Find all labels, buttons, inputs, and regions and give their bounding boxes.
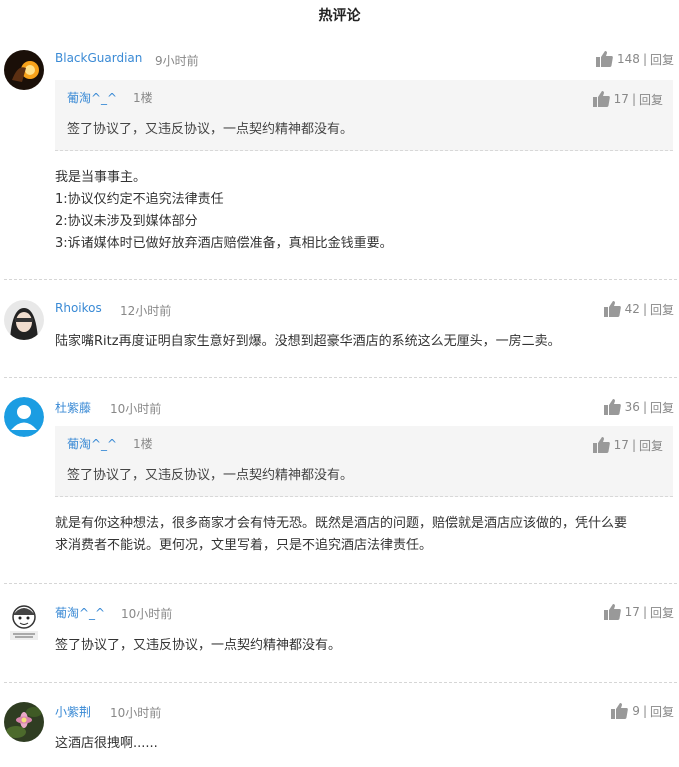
comment-username[interactable]: 葡淘^_^ <box>55 604 105 621</box>
comment-line: 这酒店很拽啊...... <box>55 736 158 751</box>
comment-time: 10小时前 <box>121 607 173 621</box>
default-user-avatar-icon[interactable] <box>4 397 44 437</box>
like-count[interactable]: 17 <box>614 92 629 106</box>
reply-button[interactable]: 回复 <box>650 604 674 621</box>
separator: | <box>642 302 647 316</box>
quoted-reply: 葡淘^_^ 1楼 17 | 回复 签了协议了，又违反协议，一点契约精神都没有。 <box>55 426 673 497</box>
comment-body: 我是当事事主。 1:协议仅约定不追究法律责任 2:协议未涉及到媒体部分 3:诉诸… <box>55 167 675 255</box>
comment-time: 9小时前 <box>155 54 199 68</box>
quoted-floor: 1楼 <box>133 91 153 105</box>
avatar[interactable] <box>4 50 44 90</box>
comment-line: 陆家嘴Ritz再度证明自家生意好到爆。没想到超豪华酒店的系统这么无厘头，一房二卖… <box>55 334 561 349</box>
page-title: 热评论 <box>318 8 361 24</box>
reply-button[interactable]: 回复 <box>650 51 674 68</box>
like-count[interactable]: 148 <box>617 52 640 66</box>
comment-username[interactable]: BlackGuardian <box>55 51 142 65</box>
like-count[interactable]: 17 <box>625 605 640 619</box>
like-count[interactable]: 42 <box>625 302 640 316</box>
like-count[interactable]: 17 <box>614 438 629 452</box>
comment-username[interactable]: Rhoikos <box>55 301 102 315</box>
comment-actions: 9 | 回复 <box>611 702 674 720</box>
thumbs-up-icon[interactable] <box>596 51 613 67</box>
thumbs-up-icon[interactable] <box>603 604 621 620</box>
reply-button[interactable]: 回复 <box>639 437 663 454</box>
comment-actions: 36 | 回复 <box>603 398 674 416</box>
comment-time: 10小时前 <box>110 402 162 416</box>
comment-line: 我是当事事主。 <box>55 170 147 185</box>
reply-button[interactable]: 回复 <box>650 301 674 318</box>
separator: | <box>642 400 647 414</box>
quoted-text: 签了协议了，又违反协议，一点契约精神都没有。 <box>67 468 354 483</box>
thumbs-up-icon[interactable] <box>603 399 621 415</box>
avatar[interactable] <box>4 300 44 340</box>
quoted-username[interactable]: 葡淘^_^ <box>67 435 117 452</box>
like-count[interactable]: 9 <box>632 704 640 718</box>
separator: | <box>631 438 636 452</box>
quoted-text: 签了协议了，又违反协议，一点契约精神都没有。 <box>67 122 354 137</box>
divider <box>4 682 677 683</box>
thumbs-up-icon[interactable] <box>592 91 610 107</box>
comment-actions: 42 | 回复 <box>603 300 674 318</box>
separator: | <box>642 605 647 619</box>
comment-body: 这酒店很拽啊...... <box>55 733 675 755</box>
comment-line: 签了协议了，又违反协议，一点契约精神都没有。 <box>55 638 342 653</box>
thumbs-up-icon[interactable] <box>592 437 610 453</box>
comment-username[interactable]: 小紫荆 <box>55 703 91 720</box>
divider <box>4 583 677 584</box>
comment-line: 就是有你这种想法，很多商家才会有恃无恐。既然是酒店的问题，赔偿就是酒店应该做的，… <box>55 516 628 531</box>
avatar[interactable] <box>4 702 44 742</box>
quoted-username[interactable]: 葡淘^_^ <box>67 89 117 106</box>
like-count[interactable]: 36 <box>625 400 640 414</box>
comment-username[interactable]: 杜紫藤 <box>55 399 91 416</box>
comment-time: 12小时前 <box>120 304 172 318</box>
reply-button[interactable]: 回复 <box>650 703 674 720</box>
thumbs-up-icon[interactable] <box>611 703 629 719</box>
quoted-reply: 葡淘^_^ 1楼 17 | 回复 签了协议了，又违反协议，一点契约精神都没有。 <box>55 80 673 151</box>
reply-button[interactable]: 回复 <box>650 399 674 416</box>
separator: | <box>631 92 636 106</box>
reply-button[interactable]: 回复 <box>639 91 663 108</box>
comment-line: 1:协议仅约定不追究法律责任 <box>55 192 224 207</box>
divider <box>4 377 677 378</box>
comment-actions: 148 | 回复 <box>596 50 674 68</box>
quoted-actions: 17 | 回复 <box>592 436 663 454</box>
comment-line: 3:诉诸媒体时已做好放弃酒店赔偿准备，真相比金钱重要。 <box>55 236 393 251</box>
comment-line: 2:协议未涉及到媒体部分 <box>55 214 198 229</box>
comment-line: 求消费者不能说。更何况，文里写着，只是不追究酒店法律责任。 <box>55 538 433 553</box>
separator: | <box>642 704 647 718</box>
separator: | <box>642 52 647 66</box>
comment-time: 10小时前 <box>110 706 162 720</box>
quoted-floor: 1楼 <box>133 437 153 451</box>
comment-body: 就是有你这种想法，很多商家才会有恃无恐。既然是酒店的问题，赔偿就是酒店应该做的，… <box>55 513 675 557</box>
comment-body: 签了协议了，又违反协议，一点契约精神都没有。 <box>55 635 675 657</box>
comment-body: 陆家嘴Ritz再度证明自家生意好到爆。没想到超豪华酒店的系统这么无厘头，一房二卖… <box>55 331 675 353</box>
divider <box>4 279 677 280</box>
quoted-actions: 17 | 回复 <box>592 90 663 108</box>
comment-actions: 17 | 回复 <box>603 603 674 621</box>
avatar[interactable] <box>4 603 44 643</box>
thumbs-up-icon[interactable] <box>603 301 621 317</box>
